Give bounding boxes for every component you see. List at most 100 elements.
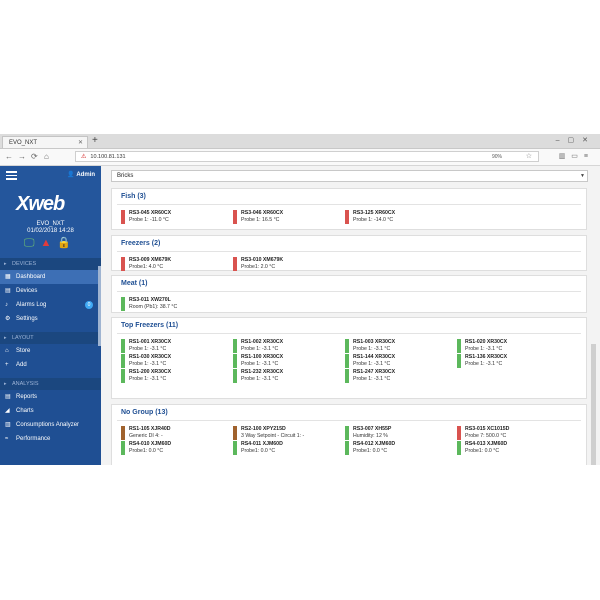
device-name: RS4-013 XJM60D (465, 441, 508, 447)
close-tab-icon[interactable]: ✕ (78, 137, 83, 149)
group-filter-select[interactable]: Bricks ▼ (111, 170, 588, 182)
gear-icon: ⚙ (5, 316, 11, 322)
device-card[interactable]: RS1-030 XR30CX Probe 1: -3.1 °C (121, 354, 231, 368)
device-value: Probe 1: -11.0 °C (129, 217, 169, 223)
forward-icon[interactable]: → (18, 151, 26, 163)
monitor-icon[interactable]: 🖵 (24, 237, 41, 249)
device-name: RS3-125 XR60CX (353, 210, 396, 216)
group-title[interactable]: Top Freezers (11) (121, 322, 178, 329)
device-card[interactable]: RS4-011 XJM60D Probe1: 0.0 °C (233, 441, 343, 455)
device-card[interactable]: RS3-015 XC1015D Probe 7: 500.0 °C (457, 426, 567, 440)
device-card[interactable]: RS2-100 XPY215D 3 Way Setpoint - Circuit … (233, 426, 343, 440)
device-card[interactable]: RS3-011 XW270L Room (Pb1): 38.7 °C (121, 297, 231, 311)
section-analysis[interactable]: ▸ ANALYSIS (0, 378, 101, 390)
bell-icon: ♪ (5, 302, 8, 308)
page-scrollbar[interactable] (591, 344, 596, 465)
group-title[interactable]: Meat (1) (121, 280, 147, 287)
device-name: EVO_NXT (36, 221, 65, 227)
device-card[interactable]: RS1-232 XR30CX Probe 1: -3.1 °C (233, 369, 343, 383)
tab-title: EVO_NXT (9, 140, 38, 146)
device-name: RS1-030 XR30CX (129, 354, 172, 360)
device-value: Probe1: 0.0 °C (353, 448, 388, 454)
device-value: Probe 7: 500.0 °C (465, 433, 507, 439)
insecure-lock-icon: ⚠ (81, 154, 87, 160)
plus-icon: + (5, 362, 9, 368)
sidebar-item-settings[interactable]: ⚙ Settings (0, 312, 101, 326)
lock-icon[interactable]: 🔒 (57, 237, 77, 249)
window-controls[interactable]: –▢✕ (556, 134, 596, 148)
home-icon[interactable]: ⌂ (44, 151, 49, 163)
device-card[interactable]: RS3-009 XM679K Probe1: 4.0 °C (121, 257, 231, 271)
browser-tab[interactable]: EVO_NXT ✕ (2, 136, 88, 148)
bookmark-star-icon[interactable]: ☆ (526, 151, 532, 162)
group-title[interactable]: Fish (3) (121, 193, 146, 200)
device-card[interactable]: RS1-002 XR30CX Probe 1: -3.1 °C (233, 339, 343, 353)
device-card[interactable]: RS1-200 XR30CX Probe 1: -3.1 °C (121, 369, 231, 383)
device-card[interactable]: RS1-100 XR30CX Probe 1: -3.1 °C (233, 354, 343, 368)
group-divider (117, 333, 581, 334)
device-value: Probe1: 4.0 °C (129, 264, 164, 270)
section-devices[interactable]: ▸ DEVICES (0, 258, 101, 270)
device-value: Probe 1: -3.1 °C (465, 346, 503, 352)
device-card[interactable]: RS4-012 XJM60D Probe1: 0.0 °C (345, 441, 455, 455)
device-card[interactable]: RS1-105 XJR40D Generic DI 4: - (121, 426, 231, 440)
device-name: RS1-136 XR30CX (465, 354, 508, 360)
sidebar-item-label: Charts (16, 408, 34, 414)
section-layout[interactable]: ▸ LAYOUT (0, 332, 101, 344)
device-status-indicator (345, 369, 349, 383)
device-card[interactable]: RS1-020 XR30CX Probe 1: -3.1 °C (457, 339, 567, 353)
sidebar-item-consumptions-analyzer[interactable]: ▥ Consumptions Analyzer (0, 418, 101, 432)
reload-icon[interactable]: ⟳ (31, 151, 38, 163)
device-card[interactable]: RS1-144 XR30CX Probe 1: -3.1 °C (345, 354, 455, 368)
new-tab-icon[interactable]: + (92, 134, 98, 148)
device-card[interactable]: RS3-010 XM679K Probe1: 2.0 °C (233, 257, 343, 271)
device-value: Probe 1: -3.1 °C (241, 346, 279, 352)
device-status-indicator (233, 369, 237, 383)
zoom-level[interactable]: 90% (492, 152, 502, 163)
devices-icon: ▤ (5, 288, 11, 294)
device-name: RS1-100 XR30CX (241, 354, 284, 360)
device-value: Probe 1: -3.1 °C (241, 361, 279, 367)
warning-icon[interactable]: ▲ (41, 237, 58, 249)
device-status-indicator (233, 210, 237, 224)
device-name: RS1-232 XR30CX (241, 369, 284, 375)
device-group: Top Freezers (11) RS1-001 XR30CX Probe 1: … (111, 317, 587, 399)
sidebar-item-store[interactable]: ⌂ Store (0, 344, 101, 358)
device-card[interactable]: RS4-013 XJM60D Probe1: 0.0 °C (457, 441, 567, 455)
device-card[interactable]: RS1-003 XR30CX Probe 1: -3.1 °C (345, 339, 455, 353)
device-card[interactable]: RS3-125 XR60CX Probe 1: -14.0 °C (345, 210, 455, 224)
device-card[interactable]: RS1-247 XR30CX Probe 1: -3.1 °C (345, 369, 455, 383)
device-status-indicator (457, 441, 461, 455)
device-card[interactable]: RS1-001 XR30CX Probe 1: -3.1 °C (121, 339, 231, 353)
sidebar-item-devices[interactable]: ▤ Devices (0, 284, 101, 298)
sidebar-item-performance[interactable]: ≈ Performance (0, 432, 101, 446)
group-title[interactable]: No Group (13) (121, 409, 168, 416)
device-status-indicator (345, 210, 349, 224)
group-title[interactable]: Freezers (2) (121, 240, 160, 247)
hamburger-menu-icon[interactable] (6, 171, 17, 182)
device-value: Generic DI 4: - (129, 433, 163, 439)
device-card[interactable]: RS3-046 XR60CX Probe 1: 16.5 °C (233, 210, 343, 224)
device-status-indicator (457, 354, 461, 368)
sidebar-item-reports[interactable]: ▤ Reports (0, 390, 101, 404)
admin-user[interactable]: 👤 Admin (67, 171, 95, 178)
back-icon[interactable]: ← (5, 151, 13, 163)
device-card[interactable]: RS3-007 XH55P Humidity: 12 % (345, 426, 455, 440)
sidebar-item-charts[interactable]: ◢ Charts (0, 404, 101, 418)
group-divider (117, 291, 581, 292)
device-value: 3 Way Setpoint - Circuit 1: - (241, 433, 305, 439)
device-card[interactable]: RS1-136 XR30CX Probe 1: -3.1 °C (457, 354, 567, 368)
browser-menu-icons[interactable]: ▥▭≡ (559, 151, 594, 163)
device-value: Humidity: 12 % (353, 433, 388, 439)
chart-icon: ◢ (5, 408, 10, 414)
sidebar-item-alarms-log[interactable]: ♪ Alarms Log 0 (0, 298, 101, 312)
sidebar-item-add[interactable]: + Add (0, 358, 101, 372)
device-card[interactable]: RS4-010 XJM60D Probe1: 0.0 °C (121, 441, 231, 455)
sidebar-scrollbar[interactable] (98, 266, 101, 346)
sidebar-item-dashboard[interactable]: ▦ Dashboard (0, 270, 101, 284)
admin-label: Admin (76, 172, 95, 178)
reports-icon: ▤ (5, 394, 11, 400)
sidebar: 👤 Admin Xweb EVO_NXT 01/02/2018 14:28 🖵▲… (0, 166, 101, 465)
device-card[interactable]: RS3-045 XR60CX Probe 1: -11.0 °C (121, 210, 231, 224)
address-bar[interactable]: ⚠ 10.100.81.131 90% ☆ (75, 151, 539, 162)
